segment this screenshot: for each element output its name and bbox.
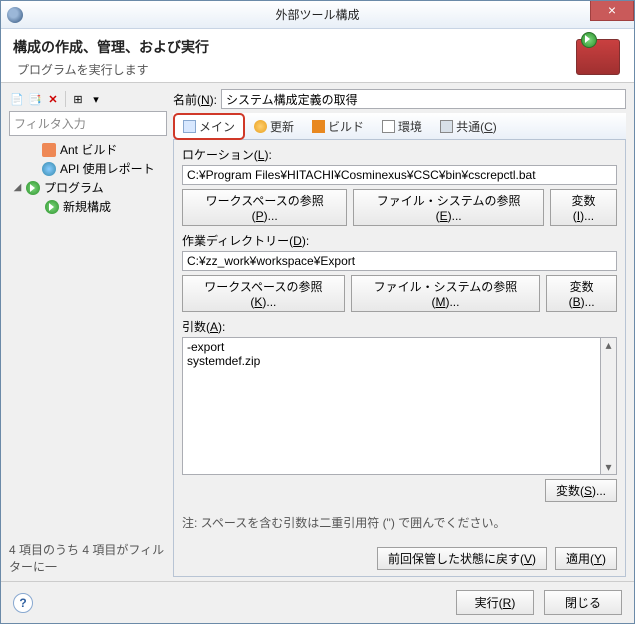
workdir-label: 作業ディレクトリー(D): [182,232,617,249]
new-config-icon[interactable]: 📄 [9,91,25,107]
left-pane: 📄 📑 ✕ ⊞ ▾ フィルタ入力 Ant ビルド API 使用レポート ◢プログ… [9,89,167,577]
scroll-up-icon[interactable]: ▴ [605,338,611,352]
name-input[interactable] [221,89,626,109]
location-input[interactable] [182,165,617,185]
env-tab-icon [382,120,395,133]
tree-item-program[interactable]: ◢プログラム [9,178,167,197]
config-tree[interactable]: Ant ビルド API 使用レポート ◢プログラム 新規構成 [9,140,167,539]
collapse-icon[interactable]: ▾ [88,91,104,107]
delete-icon[interactable]: ✕ [45,91,61,107]
tab-main[interactable]: メイン [173,113,245,140]
run-button[interactable]: 実行(R) [456,590,534,615]
args-note: 注: スペースを含む引数は二重引用符 (") で囲んでください。 [182,514,617,531]
collapse-twisty[interactable]: ◢ [13,182,22,193]
location-workspace-button[interactable]: ワークスペースの参照(P)... [182,189,347,226]
tab-common[interactable]: 共通(C) [431,113,506,139]
duplicate-icon[interactable]: 📑 [27,91,43,107]
args-label: 引数(A): [182,318,617,335]
ant-icon [42,143,56,157]
tree-item-new-config[interactable]: 新規構成 [9,197,167,216]
refresh-tab-icon [254,120,267,133]
dialog-footer: ? 実行(R) 閉じる [1,581,634,623]
api-icon [42,162,56,176]
toolbox-icon [576,39,620,75]
location-label: ロケーション(L): [182,146,617,163]
header-title: 構成の作成、管理、および実行 [13,37,576,57]
titlebar[interactable]: 外部ツール構成 × [1,1,634,29]
header-subtitle: プログラムを実行します [17,61,576,78]
close-icon[interactable]: × [590,1,634,21]
right-pane: 名前(N): メイン 更新 ビルド 環境 共通(C) ロケーション(L): ワー… [173,89,626,577]
workdir-input[interactable] [182,251,617,271]
filter-input[interactable]: フィルタ入力 [9,111,167,136]
main-tab-icon [183,120,196,133]
workdir-variables-button[interactable]: 変数(B)... [546,275,617,312]
tree-item-api[interactable]: API 使用レポート [9,159,167,178]
apply-button[interactable]: 適用(Y) [555,547,617,570]
program-icon [26,181,40,195]
tab-bar: メイン 更新 ビルド 環境 共通(C) [173,113,626,140]
app-icon [7,7,23,23]
args-scrollbar[interactable]: ▴▾ [601,337,617,475]
scroll-down-icon[interactable]: ▾ [605,460,611,474]
window-title: 外部ツール構成 [275,6,359,23]
name-label: 名前(N): [173,91,217,108]
workdir-filesystem-button[interactable]: ファイル・システムの参照(M)... [351,275,540,312]
tab-refresh[interactable]: 更新 [245,113,303,139]
left-toolbar: 📄 📑 ✕ ⊞ ▾ [9,89,167,111]
location-variables-button[interactable]: 変数(I)... [550,189,617,226]
tab-environment[interactable]: 環境 [373,113,431,139]
tree-item-ant[interactable]: Ant ビルド [9,140,167,159]
close-button[interactable]: 閉じる [544,590,622,615]
program-icon [45,200,59,214]
workdir-workspace-button[interactable]: ワークスペースの参照(K)... [182,275,345,312]
header: 構成の作成、管理、および実行 プログラムを実行します [1,29,634,83]
revert-button[interactable]: 前回保管した状態に戻す(V) [377,547,547,570]
location-filesystem-button[interactable]: ファイル・システムの参照(E)... [353,189,544,226]
dialog-window: 外部ツール構成 × 構成の作成、管理、および実行 プログラムを実行します 📄 📑… [0,0,635,624]
help-button[interactable]: ? [13,593,33,613]
filter-status: 4 項目のうち 4 項目がフィルターに一 [9,539,167,577]
args-textarea[interactable]: -export systemdef.zip [182,337,601,475]
expand-icon[interactable]: ⊞ [70,91,86,107]
main-panel: ロケーション(L): ワークスペースの参照(P)... ファイル・システムの参照… [173,140,626,577]
build-tab-icon [312,120,325,133]
tab-build[interactable]: ビルド [303,113,373,139]
common-tab-icon [440,120,453,133]
args-variables-button[interactable]: 変数(S)... [545,479,617,502]
